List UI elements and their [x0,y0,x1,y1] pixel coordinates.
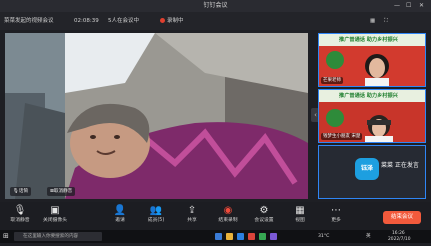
participant-tile[interactable]: 推广普通话 助力乡村振兴 芒果老师 [318,33,426,87]
tile-name: 钱梦生小朋友 宋楚 [321,133,363,140]
speaking-status: 菜菜 正在发言 [381,162,419,169]
folder-icon[interactable] [226,233,233,240]
close-button[interactable]: ✕ [419,0,424,12]
unmute-button[interactable]: ⊠取消静音 [47,187,76,196]
invite-icon: 👤 [113,205,127,216]
mic-toggle[interactable]: 🎙话筒 [10,187,32,196]
tile-banner: 推广普通话 助力乡村振兴 [339,93,398,99]
os-taskbar: ⊞ 在这里输入你要搜索的内容 31°C 英 16:26 2022/7/10 [0,230,431,243]
record-icon: ◉ [223,205,233,216]
members-icon: 👥 [149,205,163,216]
windows-start-icon[interactable]: ⊞ [3,230,9,243]
end-meeting-button[interactable]: 结束会议 [383,211,421,224]
clock-date[interactable]: 2022/7/10 [388,233,411,246]
meeting-info-bar: 菜菜发起的视频会议 02:08:39 5人在会议中 录制中 ▦ ⛶ [0,12,431,30]
camera-button[interactable]: ▣ 关闭摄像头 [38,205,72,229]
taskbar-search-input[interactable]: 在这里输入你要搜索的内容 [14,232,102,241]
app-icon[interactable] [248,233,255,240]
unmute-toolbar-button[interactable]: 🎙 取消静音 [3,205,37,229]
invite-button[interactable]: 👤 邀请 [103,205,137,229]
view-icon: ▦ [295,205,305,216]
share-button[interactable]: ⇪ 共享 [175,205,209,229]
grid-view-icon[interactable]: ▦ [370,12,375,30]
weather[interactable]: 31°C [318,230,329,243]
view-button[interactable]: ▦ 视图 [283,205,317,229]
meeting-name[interactable]: 菜菜发起的视频会议 [4,12,54,30]
app-icon[interactable] [259,233,266,240]
share-icon: ⇪ [187,205,197,216]
settings-icon: ⚙ [259,205,269,216]
record-button[interactable]: ◉ 结束录制 [211,205,245,229]
duration: 02:08:39 [74,18,99,24]
more-button[interactable]: ⋯ 更多 [319,205,353,229]
window-title: 钉钉会议 [203,2,228,9]
tile-name: 芒果老师 [321,77,343,84]
participant-panel: 推广普通话 助力乡村振兴 芒果老师 推广普通话 助力乡村振兴 钱梦生小朋友 宋楚… [318,33,426,199]
speaker-video-image [5,33,308,199]
dingtalk-icon[interactable] [237,233,244,240]
members-button[interactable]: 👥 成员(5) [139,205,173,229]
more-icon: ⋯ [331,205,341,216]
maximize-button[interactable]: ☐ [406,0,411,12]
fullscreen-icon[interactable]: ⛶ [384,12,388,30]
input-language[interactable]: 英 [366,230,371,243]
recording-dot-icon [160,18,165,23]
participants-count[interactable]: 5人在会议中 [108,12,139,30]
browser-icon[interactable] [215,233,222,240]
minimize-button[interactable]: — [394,0,400,12]
app-icon[interactable] [270,233,277,240]
mic-icon: 🎙 [13,205,27,216]
avatar: 钰泽 [355,158,379,180]
meeting-toolbar: 🎙 取消静音 ▣ 关闭摄像头 👤 邀请 👥 成员(5) ⇪ 共享 ◉ 结束录制 ⚙ 会议设置 … [0,202,431,230]
window-title-bar: 钉钉会议 [0,0,431,12]
camera-icon: ▣ [50,205,60,216]
settings-button[interactable]: ⚙ 会议设置 [247,205,281,229]
main-video[interactable]: 🎙话筒 ⊠取消静音 [5,33,308,199]
recording-status[interactable]: 录制中 [160,12,184,30]
participant-tile[interactable]: 推广普通话 助力乡村振兴 钱梦生小朋友 宋楚 [318,89,426,143]
participant-tile-speaking[interactable]: 钰泽 菜菜 正在发言 [318,145,426,199]
tile-banner: 推广普通话 助力乡村振兴 [339,37,398,43]
